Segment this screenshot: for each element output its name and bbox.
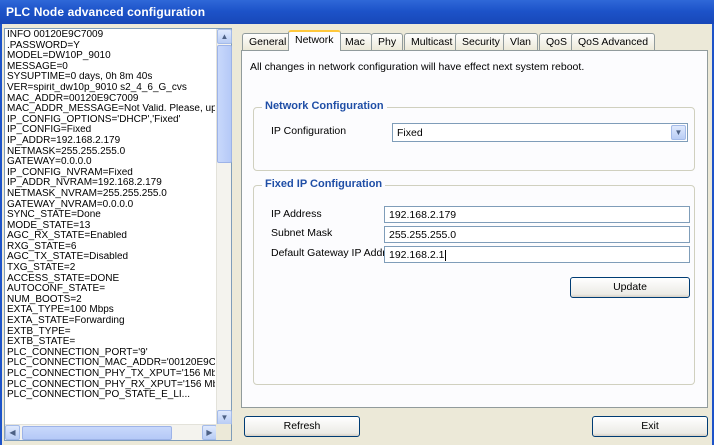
- scroll-up-icon[interactable]: ▲: [217, 29, 232, 44]
- tab-general[interactable]: General: [242, 33, 294, 50]
- network-tab-panel: All changes in network configuration wil…: [241, 50, 708, 408]
- info-line: VER=spirit_dw10p_9010 s2_4_6_G_cvs: [7, 82, 187, 93]
- info-line: EXTB_STATE=: [7, 337, 76, 348]
- info-line: GATEWAY_NVRAM=0.0.0.0: [7, 199, 134, 210]
- reboot-notice: All changes in network configuration wil…: [250, 61, 585, 73]
- info-line: EXTA_STATE=Forwarding: [7, 316, 125, 327]
- info-line: .PASSWORD=Y: [7, 40, 80, 51]
- scroll-left-icon[interactable]: ◀: [5, 425, 20, 440]
- ip-address-label: IP Address: [271, 208, 322, 220]
- horizontal-scrollbar[interactable]: ◀ ▶: [5, 424, 217, 440]
- ip-configuration-value: Fixed: [397, 127, 423, 139]
- info-line: MODEL=DW10P_9010: [7, 51, 111, 62]
- info-line: EXTA_TYPE=100 Mbps: [7, 305, 114, 316]
- default-gateway-label: Default Gateway IP Address: [271, 247, 403, 259]
- subnet-mask-input[interactable]: 255.255.255.0: [384, 226, 690, 243]
- info-line: AGC_RX_STATE=Enabled: [7, 231, 127, 242]
- default-gateway-input[interactable]: 192.168.2.1: [384, 246, 690, 263]
- info-line: INFO 00120E9C7009: [7, 30, 104, 40]
- info-line: IP_CONFIG_NVRAM=Fixed: [7, 167, 133, 178]
- info-line: MAC_ADDR=00120E9C7009: [7, 93, 139, 104]
- exit-button[interactable]: Exit: [592, 416, 708, 437]
- info-list[interactable]: INFO 00120E9C7009 .PASSWORD=Y MODEL=DW10P_…: [5, 29, 217, 425]
- text-caret: [445, 249, 447, 261]
- network-configuration-group: Network Configuration IP Configuration F…: [253, 100, 695, 171]
- info-line: NETMASK_NVRAM=255.255.255.0: [7, 188, 167, 199]
- tab-vlan[interactable]: Vlan: [503, 33, 539, 50]
- info-line: NETMASK=255.255.255.0: [7, 146, 126, 157]
- ip-configuration-select[interactable]: Fixed ▼: [392, 123, 688, 142]
- tab-multicast[interactable]: Multicast: [404, 33, 460, 50]
- info-line: IP_ADDR=192.168.2.179: [7, 135, 121, 146]
- tab-security[interactable]: Security: [455, 33, 507, 50]
- subnet-mask-label: Subnet Mask: [271, 227, 333, 239]
- window-title: PLC Node advanced configuration: [0, 0, 714, 24]
- info-line: EXTB_TYPE=: [7, 326, 71, 337]
- info-line: PLC_CONNECTION_PO_STATE_E_LI...: [7, 390, 191, 401]
- info-line: PLC_CONNECTION_MAC_ADDR='00120E9C7: [7, 358, 215, 369]
- info-line: MODE_STATE=13: [7, 220, 91, 231]
- ip-address-input[interactable]: 192.168.2.179: [384, 206, 690, 223]
- info-line: PLC_CONNECTION_PHY_RX_XPUT='156 Mbp: [7, 379, 215, 390]
- scroll-right-icon[interactable]: ▶: [202, 425, 217, 440]
- tab-phy[interactable]: Phy: [371, 33, 404, 50]
- info-line: SYNC_STATE=Done: [7, 210, 101, 221]
- chevron-down-icon[interactable]: ▼: [671, 125, 686, 140]
- info-line: RXG_STATE=6: [7, 241, 77, 252]
- scrollbar-corner: [216, 424, 231, 440]
- info-line: TXG_STATE=2: [7, 263, 76, 274]
- info-line: PLC_CONNECTION_PORT='9': [7, 347, 148, 358]
- tab-mac[interactable]: Mac: [338, 33, 372, 50]
- info-line: SYSUPTIME=0 days, 0h 8m 40s: [7, 72, 153, 83]
- info-line: ACCESS_STATE=DONE: [7, 273, 120, 284]
- info-line: IP_CONFIG=Fixed: [7, 125, 92, 136]
- info-line: GATEWAY=0.0.0.0: [7, 157, 92, 168]
- info-panel: INFO 00120E9C7009 .PASSWORD=Y MODEL=DW10P_…: [4, 28, 232, 441]
- network-configuration-title: Network Configuration: [262, 100, 387, 112]
- tab-qos[interactable]: QoS: [539, 33, 575, 50]
- info-line: IP_CONFIG_OPTIONS='DHCP','Fixed': [7, 114, 181, 125]
- info-line: MESSAGE=0: [7, 61, 68, 72]
- tab-qos-advanced[interactable]: QoS Advanced: [571, 33, 656, 50]
- refresh-button[interactable]: Refresh: [244, 416, 360, 437]
- info-line: MAC_ADDR_MESSAGE=Not Valid. Please, upc: [7, 104, 215, 115]
- info-line: AUTOCONF_STATE=: [7, 284, 106, 295]
- ip-configuration-label: IP Configuration: [271, 125, 347, 137]
- fixed-ip-configuration-title: Fixed IP Configuration: [262, 178, 386, 190]
- default-gateway-value: 192.168.2.1: [389, 249, 445, 261]
- vertical-scroll-thumb[interactable]: [217, 45, 232, 163]
- info-line: NUM_BOOTS=2: [7, 294, 82, 305]
- scroll-down-icon[interactable]: ▼: [217, 410, 232, 425]
- vertical-scrollbar[interactable]: ▲ ▼: [216, 29, 232, 425]
- fixed-ip-configuration-group: Fixed IP Configuration IP Address 192.16…: [253, 178, 695, 385]
- tab-network[interactable]: Network: [288, 30, 341, 51]
- info-line: PLC_CONNECTION_PHY_TX_XPUT='156 Mbp: [7, 369, 215, 379]
- info-line: AGC_TX_STATE=Disabled: [7, 252, 129, 263]
- info-line: IP_ADDR_NVRAM=192.168.2.179: [7, 178, 162, 189]
- update-button[interactable]: Update: [570, 277, 690, 298]
- horizontal-scroll-thumb[interactable]: [22, 426, 172, 440]
